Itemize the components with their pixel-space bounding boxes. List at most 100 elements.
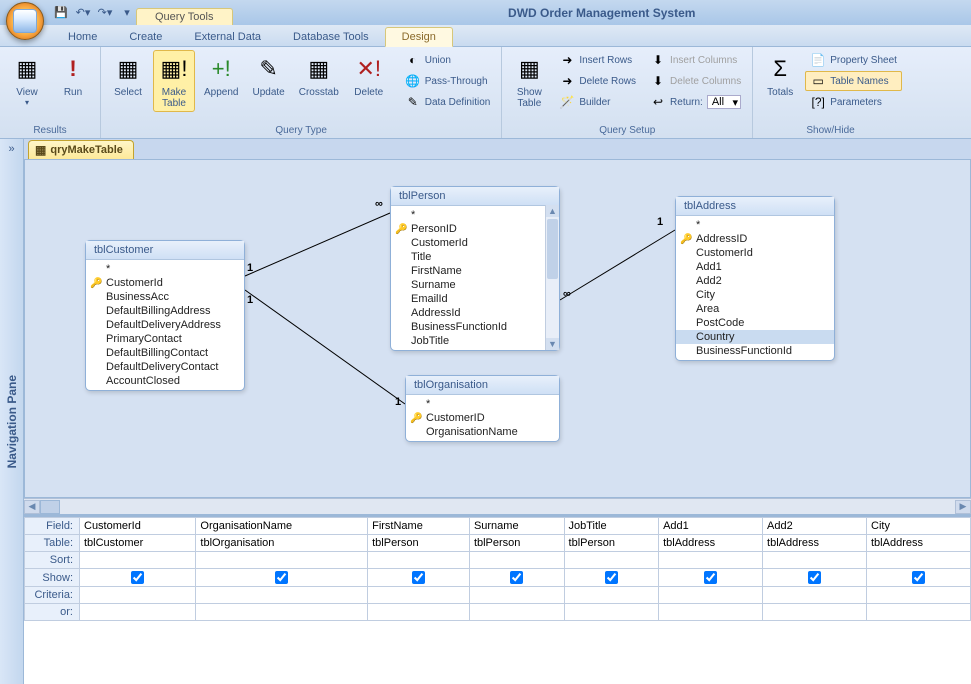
insert-rows-button[interactable]: ➜Insert Rows	[554, 50, 641, 70]
field-EmailId[interactable]: EmailId	[391, 292, 545, 306]
field-PrimaryContact[interactable]: PrimaryContact	[86, 332, 244, 346]
builder-button[interactable]: 🪄Builder	[554, 92, 641, 112]
table-tblAddress[interactable]: tblAddress *🔑AddressIDCustomerIdAdd1Add2…	[675, 196, 835, 361]
field-Surname[interactable]: Surname	[391, 278, 545, 292]
qbe-cell[interactable]: JobTitle	[564, 518, 659, 535]
qbe-cell[interactable]	[867, 552, 971, 569]
qbe-grid[interactable]: Field:CustomerIdOrganisationNameFirstNam…	[24, 514, 971, 684]
delete-columns-button[interactable]: ⬇Delete Columns	[645, 71, 746, 91]
show-checkbox[interactable]	[131, 571, 144, 584]
qbe-cell[interactable]	[469, 552, 564, 569]
field-AddressID[interactable]: 🔑AddressID	[676, 232, 834, 246]
parameters-button[interactable]: [?]Parameters	[805, 92, 902, 112]
qbe-cell[interactable]	[564, 569, 659, 587]
table-header[interactable]: tblCustomer	[86, 241, 244, 260]
tab-database-tools[interactable]: Database Tools	[277, 28, 385, 46]
qbe-cell[interactable]: tblOrganisation	[196, 535, 368, 552]
run-button[interactable]: !Run	[52, 50, 94, 101]
qbe-cell[interactable]: Add2	[763, 518, 867, 535]
qbe-cell[interactable]: tblPerson	[564, 535, 659, 552]
qbe-cell[interactable]	[469, 604, 564, 621]
qbe-cell[interactable]	[196, 569, 368, 587]
qbe-cell[interactable]	[659, 552, 763, 569]
update-button[interactable]: ✎Update	[247, 50, 289, 101]
field-DefaultBillingAddress[interactable]: DefaultBillingAddress	[86, 304, 244, 318]
field-City[interactable]: City	[676, 288, 834, 302]
field-AddressId[interactable]: AddressId	[391, 306, 545, 320]
data-definition-button[interactable]: ✎Data Definition	[400, 92, 496, 112]
undo-icon[interactable]: ↶▾	[74, 4, 92, 22]
qbe-cell[interactable]	[196, 587, 368, 604]
show-checkbox[interactable]	[912, 571, 925, 584]
qbe-cell[interactable]: City	[867, 518, 971, 535]
qbe-cell[interactable]	[763, 587, 867, 604]
table-tblPerson[interactable]: tblPerson *🔑PersonIDCustomerIdTitleFirst…	[390, 186, 560, 351]
field-BusinessFunctionId[interactable]: BusinessFunctionId	[676, 344, 834, 358]
qbe-cell[interactable]	[763, 569, 867, 587]
insert-columns-button[interactable]: ⬇Insert Columns	[645, 50, 746, 70]
qbe-cell[interactable]: tblAddress	[867, 535, 971, 552]
field-JobTitle[interactable]: JobTitle	[391, 334, 545, 348]
table-header[interactable]: tblOrganisation	[406, 376, 559, 395]
qbe-cell[interactable]	[659, 587, 763, 604]
scroll-right-icon[interactable]: ▶	[955, 500, 971, 514]
pass-through-button[interactable]: 🌐Pass-Through	[400, 71, 496, 91]
qbe-cell[interactable]: CustomerId	[80, 518, 196, 535]
field-Add1[interactable]: Add1	[676, 260, 834, 274]
union-button[interactable]: ◐Union	[400, 50, 496, 70]
totals-button[interactable]: ΣTotals	[759, 50, 801, 101]
document-tab[interactable]: ▦ qryMakeTable	[28, 140, 134, 159]
query-designer[interactable]: 1 ∞ 1 1 ∞ 1 tblCustomer *🔑CustomerIdBusi…	[24, 159, 971, 498]
qbe-cell[interactable]	[564, 552, 659, 569]
qbe-cell[interactable]: Add1	[659, 518, 763, 535]
return-combo[interactable]: All▾	[707, 95, 741, 109]
qbe-cell[interactable]: tblCustomer	[80, 535, 196, 552]
qbe-cell[interactable]: tblPerson	[368, 535, 470, 552]
field-DefaultDeliveryContact[interactable]: DefaultDeliveryContact	[86, 360, 244, 374]
qbe-cell[interactable]	[763, 552, 867, 569]
tab-design[interactable]: Design	[385, 27, 453, 47]
designer-hscroll[interactable]: ◀ ▶	[24, 498, 971, 514]
qbe-cell[interactable]	[564, 604, 659, 621]
append-button[interactable]: +!Append	[199, 50, 243, 101]
crosstab-button[interactable]: ▦Crosstab	[294, 50, 344, 101]
qbe-cell[interactable]	[196, 552, 368, 569]
field-CustomerId[interactable]: CustomerId	[676, 246, 834, 260]
field-CustomerID[interactable]: 🔑CustomerID	[406, 411, 559, 425]
table-names-button[interactable]: ▭Table Names	[805, 71, 902, 91]
qbe-cell[interactable]: FirstName	[368, 518, 470, 535]
qbe-cell[interactable]: tblPerson	[469, 535, 564, 552]
field-Add2[interactable]: Add2	[676, 274, 834, 288]
qbe-cell[interactable]	[763, 604, 867, 621]
redo-icon[interactable]: ↷▾	[96, 4, 114, 22]
office-button[interactable]	[6, 2, 44, 40]
qbe-cell[interactable]: tblAddress	[763, 535, 867, 552]
delete-button[interactable]: ✕!Delete	[348, 50, 390, 101]
field-OrganisationName[interactable]: OrganisationName	[406, 425, 559, 439]
nav-expand-icon[interactable]: »	[4, 139, 18, 159]
qbe-cell[interactable]	[867, 569, 971, 587]
scroll-left-icon[interactable]: ◀	[24, 500, 40, 514]
field-PersonID[interactable]: 🔑PersonID	[391, 222, 545, 236]
qbe-cell[interactable]: OrganisationName	[196, 518, 368, 535]
field-Area[interactable]: Area	[676, 302, 834, 316]
field-Title[interactable]: Title	[391, 250, 545, 264]
qbe-cell[interactable]	[80, 552, 196, 569]
make-table-button[interactable]: ▦!Make Table	[153, 50, 195, 112]
show-checkbox[interactable]	[808, 571, 821, 584]
view-button[interactable]: ▦View▾	[6, 50, 48, 110]
table-tblCustomer[interactable]: tblCustomer *🔑CustomerIdBusinessAccDefau…	[85, 240, 245, 391]
field-DefaultDeliveryAddress[interactable]: DefaultDeliveryAddress	[86, 318, 244, 332]
field-BusinessAcc[interactable]: BusinessAcc	[86, 290, 244, 304]
tab-home[interactable]: Home	[52, 28, 113, 46]
qbe-cell[interactable]	[368, 604, 470, 621]
field-*[interactable]: *	[676, 218, 834, 232]
show-checkbox[interactable]	[412, 571, 425, 584]
field-*[interactable]: *	[86, 262, 244, 276]
field-FirstName[interactable]: FirstName	[391, 264, 545, 278]
property-sheet-button[interactable]: 📄Property Sheet	[805, 50, 902, 70]
qbe-cell[interactable]	[659, 569, 763, 587]
navigation-pane[interactable]: » Navigation Pane	[0, 139, 24, 684]
field-*[interactable]: *	[406, 397, 559, 411]
field-*[interactable]: *	[391, 208, 545, 222]
